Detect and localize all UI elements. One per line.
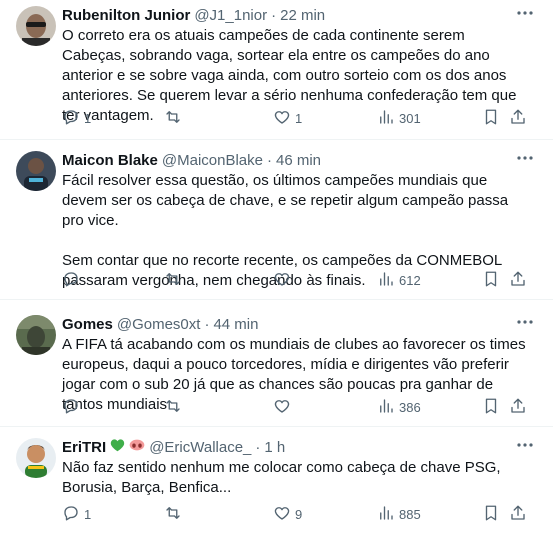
views-icon <box>377 108 395 129</box>
reply-button[interactable]: 1 <box>62 108 91 129</box>
share-button[interactable] <box>509 108 527 129</box>
action-bar: 612 <box>56 268 535 292</box>
reply-icon <box>62 504 80 525</box>
like-count: 9 <box>295 506 303 522</box>
user-handle[interactable]: @Gomes0xt <box>117 316 201 333</box>
reply-button[interactable]: 1 <box>62 504 91 525</box>
views-icon <box>377 504 395 525</box>
tweet[interactable]: EriTRI @EricWallace_ · 1 h Não faz senti… <box>0 432 553 536</box>
retweet-button[interactable] <box>164 397 186 418</box>
tweet-header: EriTRI @EricWallace_ · 1 h <box>62 437 285 457</box>
retweet-icon <box>164 504 182 525</box>
retweet-icon <box>164 270 182 291</box>
like-icon <box>273 270 291 291</box>
more-icon[interactable] <box>515 436 535 454</box>
share-icon <box>509 108 527 129</box>
user-handle[interactable]: @J1_1nior <box>194 7 267 24</box>
bookmark-button[interactable] <box>482 504 500 525</box>
like-button[interactable]: 9 <box>273 504 302 525</box>
tweet[interactable]: Maicon Blake @MaiconBlake · 46 min Fácil… <box>0 145 553 300</box>
like-button[interactable]: 1 <box>273 108 302 129</box>
avatar[interactable] <box>16 315 56 355</box>
avatar[interactable] <box>16 151 56 191</box>
tweet[interactable]: Rubenilton Junior @J1_1nior · 22 min O c… <box>0 0 553 140</box>
share-icon <box>509 504 527 525</box>
views-icon <box>377 397 395 418</box>
views-count: 885 <box>399 506 421 522</box>
reply-icon <box>62 397 80 418</box>
tweet-header: Maicon Blake @MaiconBlake · 46 min <box>62 150 321 170</box>
views-icon <box>377 270 395 291</box>
retweet-icon <box>164 108 182 129</box>
timestamp[interactable]: 22 min <box>280 7 325 24</box>
retweet-button[interactable] <box>164 108 186 129</box>
user-handle[interactable]: @EricWallace_ <box>149 439 251 456</box>
views-count: 612 <box>399 272 421 288</box>
action-bar: 1 9 885 <box>56 502 535 526</box>
reply-button[interactable] <box>62 270 84 291</box>
reply-button[interactable] <box>62 397 84 418</box>
action-bar: 1 1 301 <box>56 106 535 130</box>
user-handle[interactable]: @MaiconBlake <box>162 152 263 169</box>
views-button[interactable]: 885 <box>377 504 421 525</box>
separator-dot: · <box>266 151 272 169</box>
avatar[interactable] <box>16 6 56 46</box>
separator-dot: · <box>255 438 261 456</box>
bookmark-button[interactable] <box>482 108 500 129</box>
separator-dot: · <box>271 6 277 24</box>
more-icon[interactable] <box>515 313 535 331</box>
bookmark-icon <box>482 397 500 418</box>
more-icon[interactable] <box>515 4 535 22</box>
bookmark-icon <box>482 270 500 291</box>
retweet-button[interactable] <box>164 504 186 525</box>
views-count: 301 <box>399 110 421 126</box>
more-icon[interactable] <box>515 149 535 167</box>
display-name[interactable]: Maicon Blake <box>62 152 158 169</box>
tweet[interactable]: Gomes @Gomes0xt · 44 min A FIFA tá acaba… <box>0 309 553 427</box>
share-icon <box>509 270 527 291</box>
display-name[interactable]: Rubenilton Junior <box>62 7 190 24</box>
tweet-header: Rubenilton Junior @J1_1nior · 22 min <box>62 5 325 25</box>
tweet-header: Gomes @Gomes0xt · 44 min <box>62 314 258 334</box>
share-button[interactable] <box>509 270 527 291</box>
bookmark-icon <box>482 108 500 129</box>
bookmark-icon <box>482 504 500 525</box>
views-button[interactable]: 612 <box>377 270 421 291</box>
bookmark-button[interactable] <box>482 397 500 418</box>
share-button[interactable] <box>509 504 527 525</box>
reply-count: 1 <box>84 506 92 522</box>
views-button[interactable]: 301 <box>377 108 421 129</box>
like-icon <box>273 108 291 129</box>
views-count: 386 <box>399 399 421 415</box>
like-button[interactable] <box>273 397 295 418</box>
reply-count: 1 <box>84 110 92 126</box>
share-button[interactable] <box>509 397 527 418</box>
reply-feed: Rubenilton Junior @J1_1nior · 22 min O c… <box>0 0 553 536</box>
retweet-button[interactable] <box>164 270 186 291</box>
display-name[interactable]: EriTRI <box>62 439 106 456</box>
retweet-icon <box>164 397 182 418</box>
bookmark-button[interactable] <box>482 270 500 291</box>
share-icon <box>509 397 527 418</box>
views-button[interactable]: 386 <box>377 397 421 418</box>
timestamp[interactable]: 46 min <box>276 152 321 169</box>
reply-icon <box>62 108 80 129</box>
like-count: 1 <box>295 110 303 126</box>
reply-icon <box>62 270 80 291</box>
like-button[interactable] <box>273 270 295 291</box>
nose-emoji-icon <box>129 439 145 455</box>
tweet-text: Não faz sentido nenhum me colocar como c… <box>62 459 501 496</box>
timestamp[interactable]: 1 h <box>264 439 285 456</box>
action-bar: 386 <box>56 395 535 419</box>
timestamp[interactable]: 44 min <box>213 316 258 333</box>
avatar[interactable] <box>16 438 56 478</box>
like-icon <box>273 397 291 418</box>
green-heart-icon <box>110 438 125 456</box>
separator-dot: · <box>204 315 210 333</box>
display-name[interactable]: Gomes <box>62 316 113 333</box>
like-icon <box>273 504 291 525</box>
